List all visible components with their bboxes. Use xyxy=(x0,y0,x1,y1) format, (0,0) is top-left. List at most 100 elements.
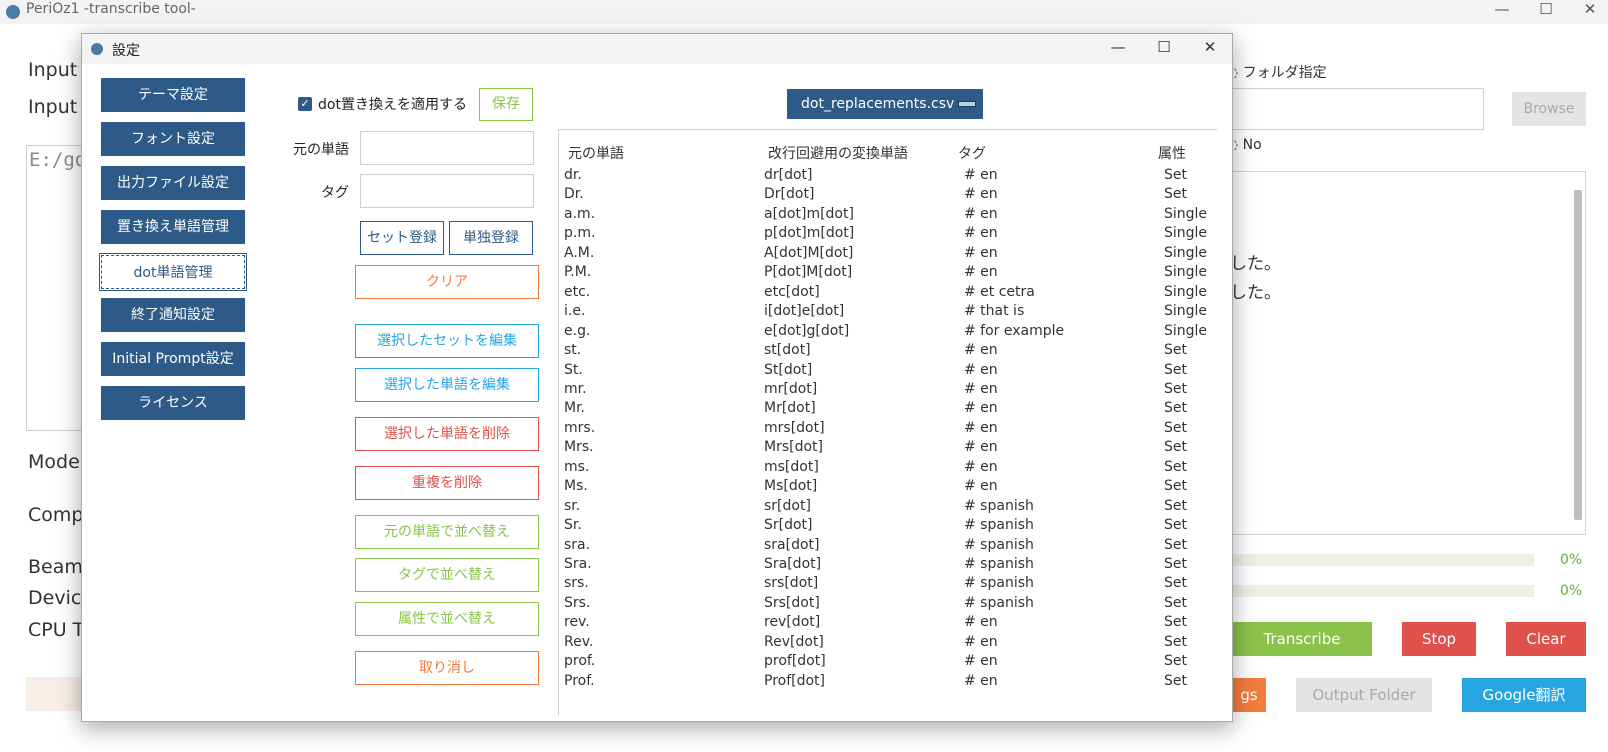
maximize-icon[interactable]: ☐ xyxy=(1144,38,1184,56)
table-row[interactable]: Dr. Dr[dot] # en Set xyxy=(559,186,1217,206)
cell-attribute: Single xyxy=(1164,303,1208,320)
remove-duplicates-button[interactable]: 重複を削除 xyxy=(355,466,539,500)
table-row[interactable]: sra. sra[dot] # spanish Set xyxy=(559,537,1217,557)
cell-replacement: a[dot]m[dot] xyxy=(764,205,854,222)
table-row[interactable]: srs. srs[dot] # spanish Set xyxy=(559,575,1217,595)
cell-source: srs. xyxy=(564,575,589,592)
sort-by-tag-button[interactable]: タグで並べ替え xyxy=(355,558,539,592)
clear-form-button[interactable]: クリア xyxy=(355,265,539,299)
tag-input[interactable] xyxy=(360,174,534,208)
table-row[interactable]: i.e. i[dot]e[dot] # that is Single xyxy=(559,303,1217,323)
input-label: Input xyxy=(28,59,78,81)
sort-by-attribute-button[interactable]: 属性で並べ替え xyxy=(355,602,539,636)
cell-replacement: mr[dot] xyxy=(764,380,818,397)
table-row[interactable]: a.m. a[dot]m[dot] # en Single xyxy=(559,206,1217,226)
table-header[interactable]: 改行回避用の変換単語 xyxy=(768,143,908,163)
csv-file-select[interactable]: dot_replacements.csv xyxy=(787,89,983,119)
table-row[interactable]: st. st[dot] # en Set xyxy=(559,342,1217,362)
log-scrollbar[interactable] xyxy=(1574,190,1582,520)
transcribe-button[interactable]: Transcribe xyxy=(1232,622,1372,656)
cell-replacement: P[dot]M[dot] xyxy=(764,264,853,281)
input-files-textarea[interactable] xyxy=(26,145,86,431)
cell-replacement: ms[dot] xyxy=(764,458,819,475)
nav-output-file-settings[interactable]: 出力ファイル設定 xyxy=(101,166,245,200)
dot-words-table[interactable]: 元の単語 改行回避用の変換単語 タグ 属性 dr. dr[dot] # en Set D… xyxy=(558,129,1217,715)
source-word-input[interactable] xyxy=(360,131,534,165)
table-row[interactable]: P.M. P[dot]M[dot] # en Single xyxy=(559,264,1217,284)
table-row[interactable]: etc. etc[dot] # et cetra Single xyxy=(559,284,1217,304)
edit-selected-set-button[interactable]: 選択したセットを編集 xyxy=(355,324,539,358)
cell-attribute: Set xyxy=(1164,536,1187,553)
table-row[interactable]: Sr. Sr[dot] # spanish Set xyxy=(559,517,1217,537)
close-icon[interactable]: ✕ xyxy=(1570,0,1608,18)
cell-tag: # en xyxy=(964,614,998,631)
nav-font-settings[interactable]: フォント設定 xyxy=(101,122,245,156)
table-row[interactable]: Ms. Ms[dot] # en Set xyxy=(559,478,1217,498)
minimize-icon[interactable]: — xyxy=(1482,0,1522,18)
cell-replacement: sra[dot] xyxy=(764,536,820,553)
cell-attribute: Set xyxy=(1164,342,1187,359)
nav-theme-settings[interactable]: テーマ設定 xyxy=(101,78,245,112)
edit-selected-word-button[interactable]: 選択した単語を編集 xyxy=(355,368,539,402)
table-row[interactable]: p.m. p[dot]m[dot] # en Single xyxy=(559,225,1217,245)
cell-tag: # et cetra xyxy=(964,283,1035,300)
cell-attribute: Set xyxy=(1164,556,1187,572)
set-register-button[interactable]: セット登録 xyxy=(360,221,444,255)
nav-dot-word-management[interactable]: dot単語管理 xyxy=(99,253,247,291)
cell-source: Mrs. xyxy=(564,439,594,456)
beam-label: Beam xyxy=(28,556,83,578)
cell-replacement: A[dot]M[dot] xyxy=(764,244,854,261)
delete-selected-word-button[interactable]: 選択した単語を削除 xyxy=(355,417,539,451)
table-row[interactable]: e.g. e[dot]g[dot] # for example Single xyxy=(559,323,1217,343)
clear-button[interactable]: Clear xyxy=(1506,622,1586,656)
output-folder-button[interactable]: Output Folder xyxy=(1296,678,1432,712)
table-row[interactable]: rev. rev[dot] # en Set xyxy=(559,614,1217,634)
browse-button[interactable]: Browse xyxy=(1512,92,1586,126)
apply-dot-checkbox[interactable]: ✓ xyxy=(298,97,312,111)
cell-source: Rev. xyxy=(564,633,594,650)
cell-attribute: Set xyxy=(1164,380,1187,397)
cell-attribute: Set xyxy=(1164,594,1187,611)
settings-button[interactable]: gs xyxy=(1232,678,1266,712)
compute-label: Comp xyxy=(28,504,84,526)
table-row[interactable]: Prof. Prof[dot] # en Set xyxy=(559,673,1217,693)
undo-button[interactable]: 取り消し xyxy=(355,651,539,685)
table-header[interactable]: 元の単語 xyxy=(568,143,624,163)
table-row[interactable]: Rev. Rev[dot] # en Set xyxy=(559,634,1217,654)
table-header[interactable]: タグ xyxy=(958,143,986,163)
nav-replace-word-management[interactable]: 置き換え単語管理 xyxy=(101,210,245,244)
log-textarea[interactable] xyxy=(1232,171,1586,535)
table-row[interactable]: A.M. A[dot]M[dot] # en Single xyxy=(559,245,1217,265)
stop-button[interactable]: Stop xyxy=(1402,622,1476,656)
cell-source: Srs. xyxy=(564,594,591,611)
maximize-icon[interactable]: ☐ xyxy=(1526,0,1566,18)
table-row[interactable]: Srs. Srs[dot] # spanish Set xyxy=(559,595,1217,615)
cell-attribute: Set xyxy=(1164,167,1187,183)
single-register-button[interactable]: 単独登録 xyxy=(449,221,533,255)
cell-source: Ms. xyxy=(564,478,588,495)
table-row[interactable]: mrs. mrs[dot] # en Set xyxy=(559,420,1217,440)
table-row[interactable]: dr. dr[dot] # en Set xyxy=(559,167,1217,187)
log-line: した。 xyxy=(1230,283,1281,303)
nav-license[interactable]: ライセンス xyxy=(101,386,245,420)
minimize-icon[interactable]: — xyxy=(1098,38,1138,56)
table-row[interactable]: Mrs. Mrs[dot] # en Set xyxy=(559,439,1217,459)
nav-finish-notification-settings[interactable]: 終了通知設定 xyxy=(101,298,245,332)
sort-by-source-button[interactable]: 元の単語で並べ替え xyxy=(355,515,539,549)
path-input[interactable] xyxy=(1232,88,1484,130)
table-row[interactable]: ms. ms[dot] # en Set xyxy=(559,459,1217,479)
cell-attribute: Set xyxy=(1164,419,1187,436)
table-row[interactable]: sr. sr[dot] # spanish Set xyxy=(559,498,1217,518)
table-row[interactable]: Mr. Mr[dot] # en Set xyxy=(559,400,1217,420)
google-translate-button[interactable]: Google翻訳 xyxy=(1462,678,1586,712)
close-icon[interactable]: ✕ xyxy=(1190,38,1230,56)
save-button[interactable]: 保存 xyxy=(479,88,533,121)
table-row[interactable]: prof. prof[dot] # en Set xyxy=(559,653,1217,673)
nav-initial-prompt-settings[interactable]: Initial Prompt設定 xyxy=(101,342,245,376)
table-row[interactable]: Sra. Sra[dot] # spanish Set xyxy=(559,556,1217,576)
table-row[interactable]: mr. mr[dot] # en Set xyxy=(559,381,1217,401)
table-header[interactable]: 属性 xyxy=(1158,143,1186,163)
folder-radio[interactable]: ◌ フォルダ指定 xyxy=(1226,62,1327,82)
table-row[interactable]: St. St[dot] # en Set xyxy=(559,362,1217,382)
cell-tag: # en xyxy=(964,167,998,183)
